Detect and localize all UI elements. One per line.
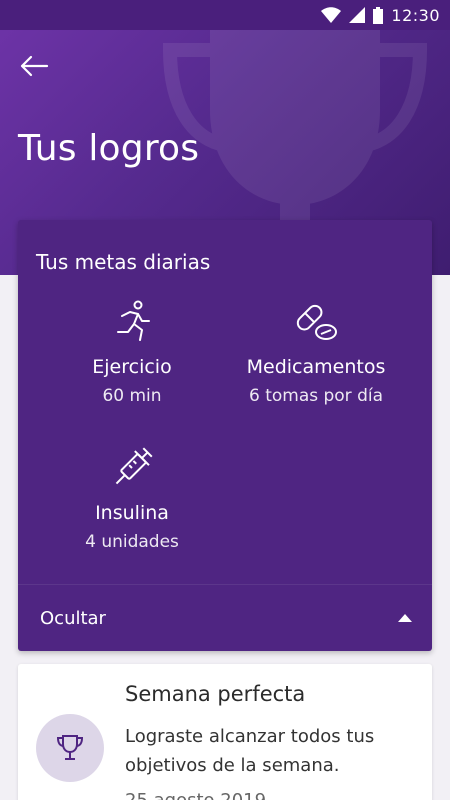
goals-title: Tus metas diarias	[36, 250, 211, 274]
achievement-title: Semana perfecta	[125, 682, 306, 706]
goal-exercise-value: 60 min	[102, 386, 162, 406]
battery-icon	[373, 6, 384, 24]
trophy-icon	[56, 735, 84, 760]
back-button[interactable]	[16, 48, 52, 84]
goal-medication-name: Medicamentos	[246, 356, 386, 378]
pills-icon	[296, 304, 337, 340]
achievement-description: Lograste alcanzar todos tus objetivos de…	[125, 726, 375, 776]
goal-medication-value: 6 tomas por día	[248, 386, 384, 406]
running-icon	[117, 300, 150, 341]
hide-goals-toggle[interactable]: Ocultar	[18, 585, 432, 651]
caret-up-icon	[398, 614, 412, 622]
arrow-left-icon	[20, 55, 49, 77]
goal-exercise-name: Ejercicio	[92, 356, 172, 378]
goal-medication: Medicamentos 6 tomas por día	[216, 298, 416, 406]
achievement-card[interactable]: Semana perfecta Lograste alcanzar todos …	[18, 664, 432, 800]
achievement-date: 25 agosto 2019	[125, 790, 266, 800]
status-time: 12:30	[391, 5, 440, 25]
hide-label: Ocultar	[40, 607, 106, 629]
page-title: Tus logros	[18, 128, 200, 169]
goal-exercise: Ejercicio 60 min	[32, 298, 232, 406]
goal-insulin: Insulina 4 unidades	[32, 444, 232, 552]
status-bar: 12:30	[0, 0, 450, 30]
goal-insulin-value: 4 unidades	[85, 532, 179, 552]
wifi-icon	[321, 7, 342, 23]
goal-insulin-name: Insulina	[95, 502, 169, 524]
daily-goals-card: Tus metas diarias Ejercicio 60 min Medic…	[18, 220, 432, 651]
syringe-icon	[115, 447, 153, 485]
cell-signal-icon	[349, 7, 366, 23]
achievement-badge	[36, 714, 104, 782]
